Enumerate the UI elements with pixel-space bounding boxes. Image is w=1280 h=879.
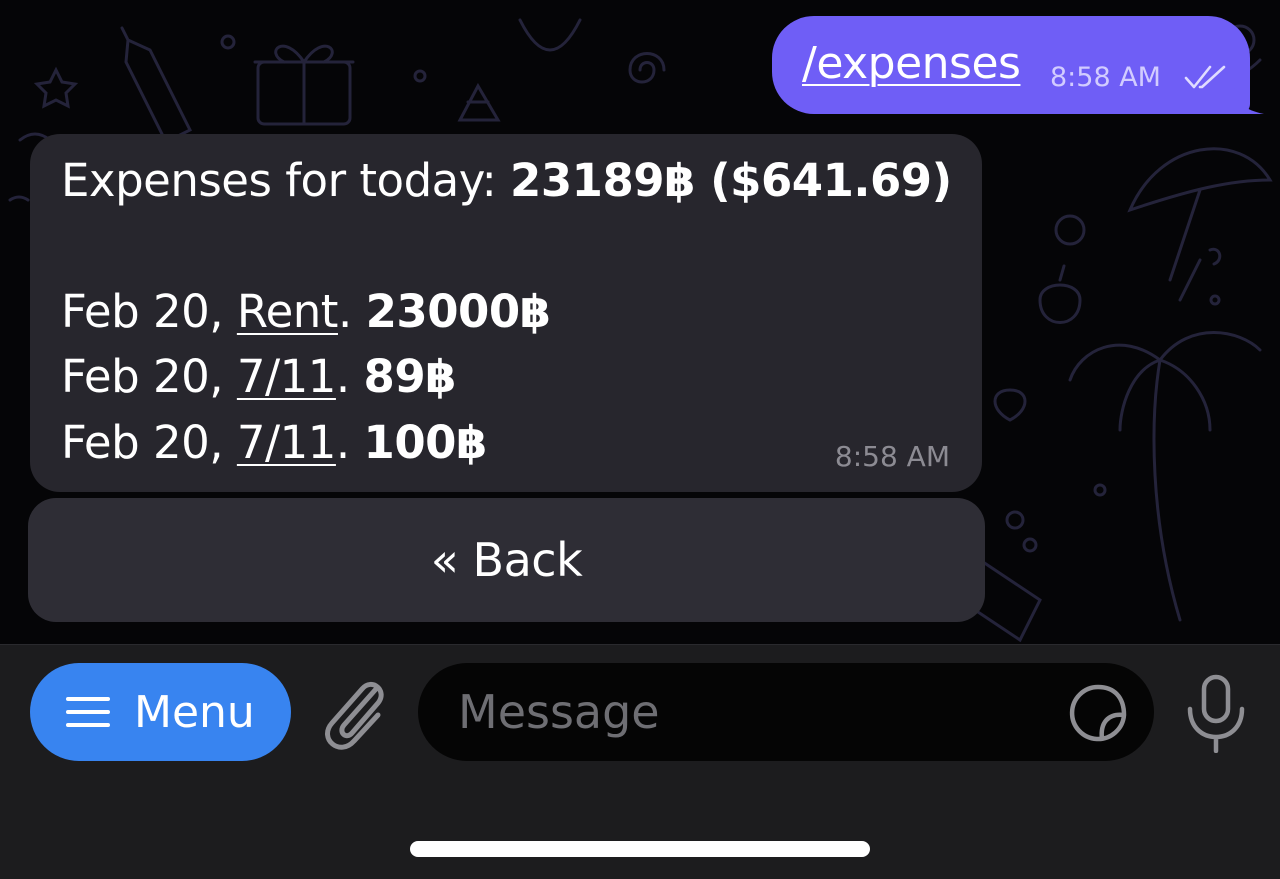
menu-button[interactable]: Menu bbox=[30, 663, 291, 761]
entry-date: Feb 20, bbox=[61, 416, 224, 469]
entry-amount: 100฿ bbox=[363, 416, 488, 469]
message-composer-bar: Menu Message bbox=[0, 644, 1280, 879]
menu-lines-icon bbox=[66, 697, 110, 727]
expense-entry: Feb 20, 7/11. 100฿ bbox=[61, 416, 487, 469]
message-input[interactable]: Message bbox=[418, 663, 1154, 761]
outgoing-message-bubble[interactable]: /expenses 8:58 AM bbox=[772, 16, 1264, 114]
incoming-timestamp: 8:58 AM bbox=[834, 440, 950, 473]
menu-button-label: Menu bbox=[134, 687, 255, 738]
outgoing-timestamp: 8:58 AM bbox=[1050, 62, 1161, 93]
expense-entry: Feb 20, 7/11. 89฿ bbox=[61, 350, 456, 403]
entry-category-link[interactable]: 7/11 bbox=[237, 416, 337, 469]
entry-amount: 23000฿ bbox=[365, 285, 551, 338]
home-indicator bbox=[410, 841, 870, 857]
bubble-tail bbox=[1234, 86, 1264, 114]
message-placeholder: Message bbox=[458, 685, 660, 739]
double-check-icon bbox=[1184, 65, 1226, 89]
telegram-screen: /expenses 8:58 AM Expenses for today: 23… bbox=[0, 0, 1280, 879]
expenses-summary-line: Expenses for today: 23189฿ ($641.69) bbox=[61, 154, 952, 207]
paperclip-icon[interactable] bbox=[320, 675, 390, 751]
entry-date: Feb 20, bbox=[61, 285, 224, 338]
entry-category-link[interactable]: 7/11 bbox=[237, 350, 337, 403]
summary-total: 23189฿ ($641.69) bbox=[510, 154, 952, 207]
entry-amount: 89฿ bbox=[363, 350, 457, 403]
chat-area[interactable]: /expenses 8:58 AM Expenses for today: 23… bbox=[0, 0, 1280, 644]
outgoing-command-link[interactable]: /expenses bbox=[802, 38, 1021, 89]
sticker-icon[interactable] bbox=[1068, 683, 1130, 743]
incoming-message-bubble[interactable]: Expenses for today: 23189฿ ($641.69) Feb… bbox=[30, 134, 982, 492]
entry-category-link[interactable]: Rent bbox=[237, 285, 339, 338]
expense-entry: Feb 20, Rent. 23000฿ bbox=[61, 285, 551, 338]
microphone-icon[interactable] bbox=[1184, 673, 1248, 753]
back-button[interactable]: « Back bbox=[28, 498, 985, 622]
entry-date: Feb 20, bbox=[61, 350, 224, 403]
summary-label: Expenses for today: bbox=[61, 154, 497, 207]
